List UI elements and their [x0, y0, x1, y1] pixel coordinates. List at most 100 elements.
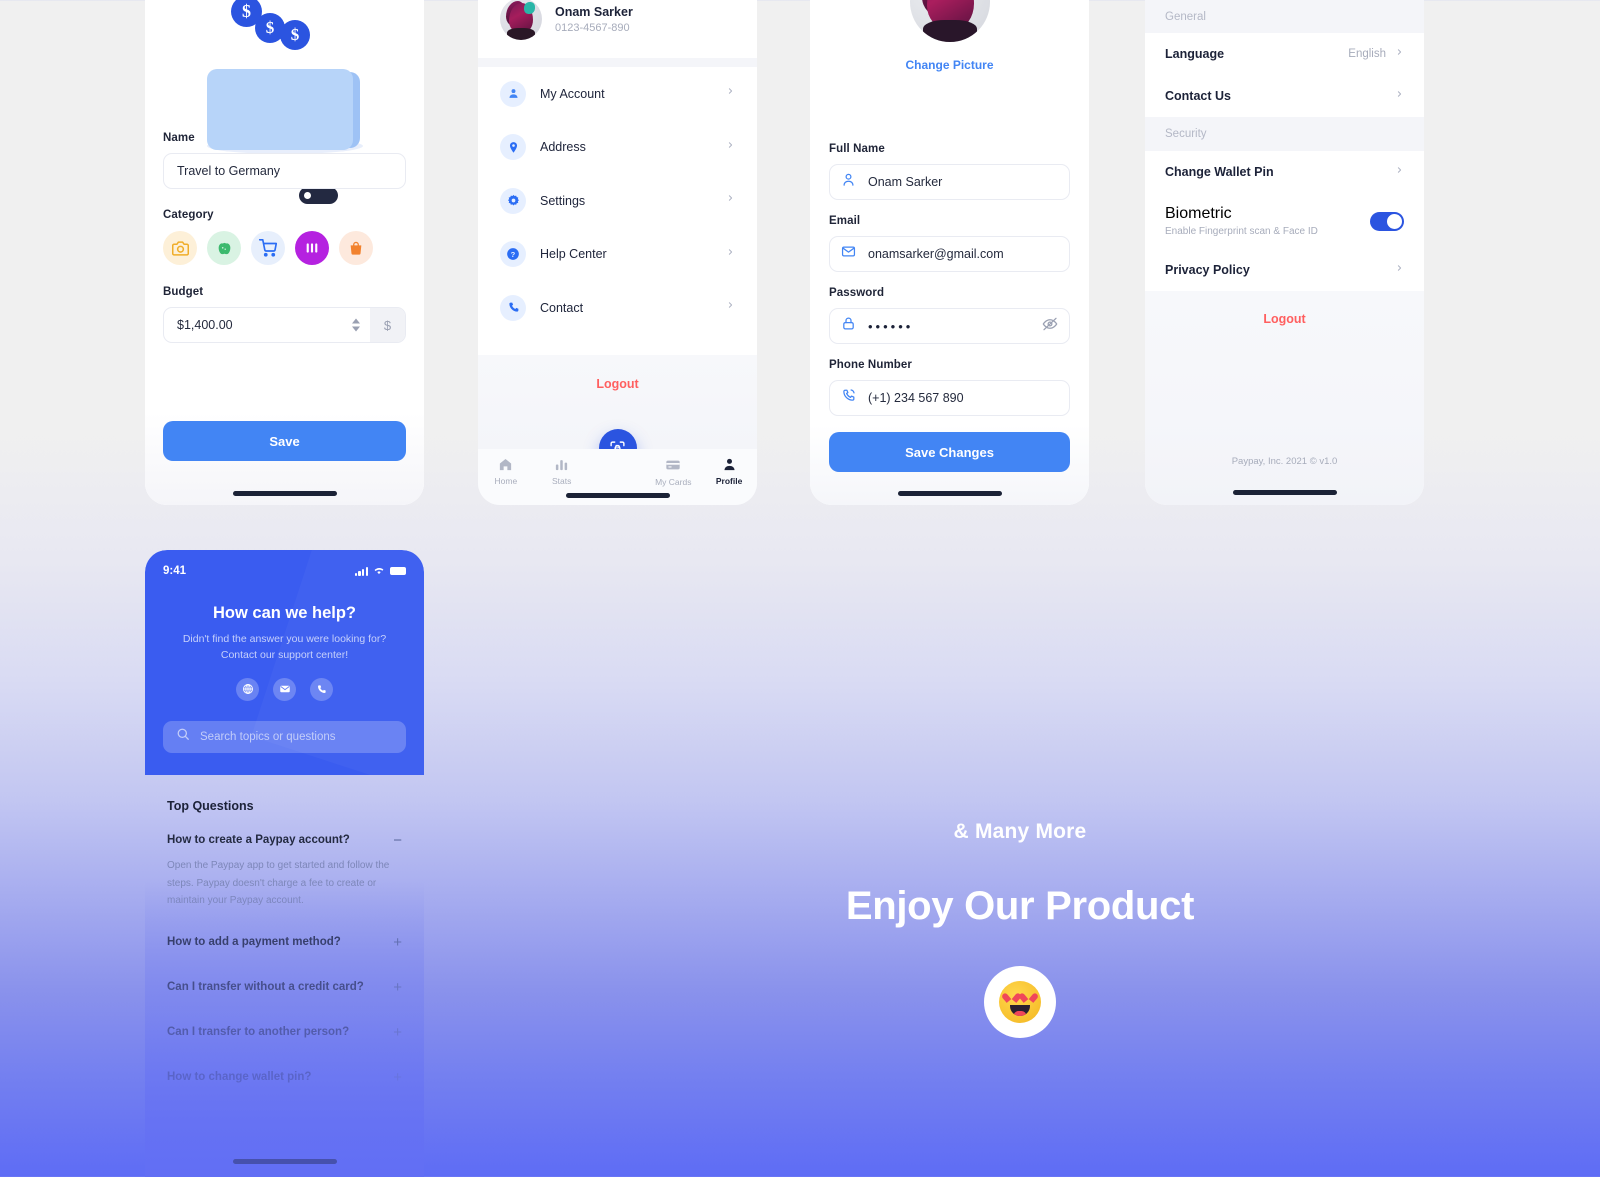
settings-row-label: Privacy Policy	[1165, 263, 1250, 277]
faq-toggle-icon[interactable]: +	[383, 980, 402, 995]
search-input[interactable]: Search topics or questions	[163, 720, 406, 753]
faq-toggle-icon[interactable]: +	[383, 1070, 402, 1085]
category-bag-icon[interactable]	[339, 231, 373, 265]
menu-item-my-account[interactable]: My Account	[478, 67, 757, 121]
tab-stats[interactable]: Stats	[534, 457, 590, 486]
phone-icon[interactable]	[310, 677, 333, 701]
category-music-icon[interactable]	[295, 231, 329, 265]
settings-row-label: Contact Us	[1165, 89, 1231, 103]
chevron-right-icon	[1395, 261, 1404, 280]
password-field[interactable]: ••••••	[829, 308, 1070, 344]
tab-profile[interactable]: Profile	[701, 457, 757, 486]
menu-item-help-center[interactable]: ? Help Center	[478, 228, 757, 282]
full-name-field[interactable]: Onam Sarker	[829, 164, 1070, 200]
stepper-up-icon[interactable]	[352, 318, 360, 324]
email-field[interactable]: onamsarker@gmail.com	[829, 236, 1070, 272]
currency-selector[interactable]: $	[370, 308, 405, 342]
profile-footer: Logout Home Stats My Cards Profile	[478, 355, 757, 505]
person-icon	[500, 80, 526, 107]
settings-row-label: Language	[1165, 47, 1225, 61]
tab-label: My Cards	[655, 477, 692, 487]
profile-header: Onam Sarker 0123-4567-890	[478, 0, 757, 58]
phone-number-value: (+1) 234 567 890	[868, 391, 964, 405]
category-food-icon[interactable]	[207, 231, 241, 265]
tab-home[interactable]: Home	[478, 457, 534, 486]
tab-label: Profile	[715, 476, 743, 486]
save-button[interactable]: Save	[163, 421, 406, 461]
section-divider	[478, 58, 757, 67]
menu-item-label: Help Center	[540, 247, 607, 262]
faq-item[interactable]: Can I transfer without a credit card? +	[167, 950, 402, 995]
faq-toggle-icon[interactable]: +	[383, 935, 402, 950]
profile-name: Onam Sarker	[555, 4, 633, 19]
phone-number-field[interactable]: (+1) 234 567 890	[829, 380, 1070, 416]
logout-button[interactable]: Logout	[1145, 312, 1424, 326]
eye-off-icon[interactable]	[1042, 316, 1058, 337]
settings-row-privacy-policy[interactable]: Privacy Policy	[1145, 249, 1424, 291]
stepper-down-icon[interactable]	[352, 326, 360, 332]
location-pin-icon	[500, 134, 526, 161]
menu-item-settings[interactable]: Settings	[478, 174, 757, 228]
phone-call-icon	[841, 388, 856, 408]
faq-item[interactable]: How to create a Paypay account? − Open t…	[167, 813, 402, 910]
wallet-illustration: $ $ $	[145, 0, 424, 204]
menu-item-label: Address	[540, 140, 586, 155]
home-indicator	[232, 491, 337, 496]
profile-phone: 0123-4567-890	[555, 21, 630, 34]
logout-button[interactable]: Logout	[478, 377, 757, 391]
tab-my-cards[interactable]: My Cards	[645, 457, 701, 487]
save-changes-button[interactable]: Save Changes	[829, 432, 1070, 472]
profile-menu-list: My Account Address Settings ? Help Cente…	[478, 67, 757, 355]
chevron-right-icon	[726, 138, 735, 157]
settings-row-biometric[interactable]: Biometric Enable Fingerprint scan & Face…	[1145, 193, 1424, 249]
globe-icon[interactable]	[236, 677, 259, 701]
mail-icon[interactable]	[273, 677, 296, 701]
settings-row-language[interactable]: Language English	[1145, 33, 1424, 75]
change-picture-link[interactable]: Change Picture	[810, 58, 1089, 72]
avatar[interactable]	[909, 0, 990, 42]
category-cart-icon[interactable]	[251, 231, 285, 265]
password-label: Password	[829, 287, 885, 299]
chevron-right-icon	[1395, 45, 1404, 64]
avatar[interactable]	[500, 0, 542, 40]
add-budget-footer: Save	[145, 413, 424, 505]
name-input-value: Travel to Germany	[177, 164, 281, 178]
home-indicator	[1232, 490, 1337, 495]
home-indicator	[565, 493, 670, 498]
screen-settings: General Language English Contact Us Secu…	[1145, 0, 1424, 505]
phone-icon	[500, 294, 526, 321]
faq-toggle-icon[interactable]: −	[383, 833, 402, 848]
status-time: 9:41	[163, 565, 187, 577]
menu-item-contact[interactable]: Contact	[478, 281, 757, 335]
chevron-right-icon	[726, 298, 735, 317]
hero-subtitle: & Many More	[953, 820, 1087, 843]
name-input[interactable]: Travel to Germany	[163, 153, 406, 189]
help-subtitle: Didn't find the answer you were looking …	[145, 631, 424, 664]
settings-row-change-wallet-pin[interactable]: Change Wallet Pin	[1145, 151, 1424, 193]
budget-stepper[interactable]	[352, 318, 360, 332]
menu-item-address[interactable]: Address	[478, 121, 757, 175]
faq-toggle-icon[interactable]: +	[383, 1025, 402, 1040]
menu-item-label: Contact	[540, 300, 584, 315]
home-indicator	[232, 1159, 337, 1164]
chevron-right-icon	[726, 245, 735, 264]
lock-icon	[841, 316, 856, 336]
settings-row-contact-us[interactable]: Contact Us	[1145, 75, 1424, 117]
faq-item[interactable]: How to add a payment method? +	[167, 910, 402, 950]
password-value: ••••••	[868, 318, 914, 334]
faq-item[interactable]: Can I transfer to another person? +	[167, 995, 402, 1040]
faq-question: How to create a Paypay account?	[167, 834, 350, 846]
faq-item[interactable]: How to change wallet pin? +	[167, 1040, 402, 1085]
budget-input-value: $1,400.00	[177, 318, 233, 332]
mail-icon	[841, 244, 856, 264]
contact-icons	[145, 677, 424, 701]
biometric-toggle[interactable]	[1370, 211, 1404, 231]
svg-text:?: ?	[511, 250, 516, 259]
faq-answer: Open the Paypay app to get started and f…	[167, 860, 390, 906]
tab-label: Home	[494, 476, 518, 486]
category-options	[163, 231, 406, 265]
battery-icon	[390, 567, 406, 575]
category-camera-icon[interactable]	[163, 231, 197, 265]
signal-icon	[354, 566, 368, 576]
help-subtitle-line2: Contact our support center!	[220, 649, 349, 662]
